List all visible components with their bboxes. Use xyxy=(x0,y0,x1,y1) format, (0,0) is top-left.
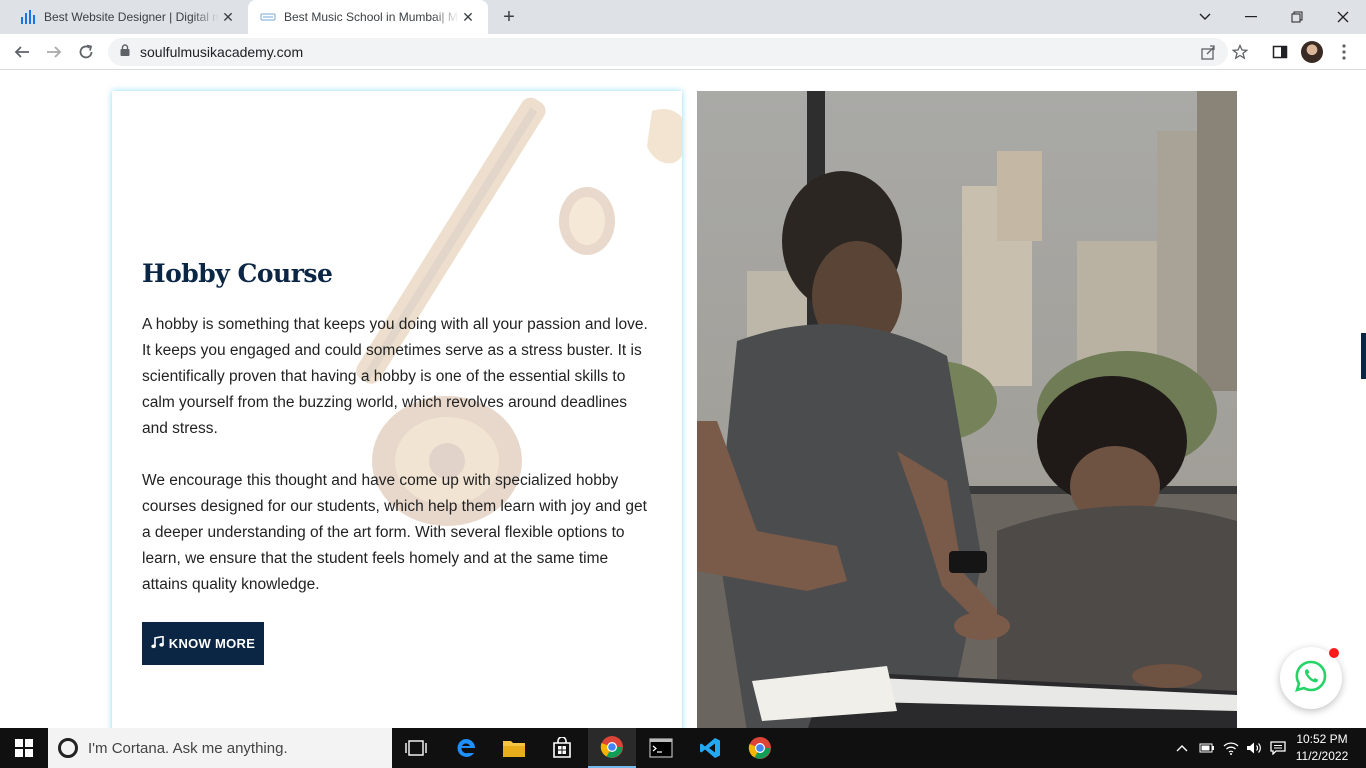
tab-title: Best Music School in Mumbai| M xyxy=(284,10,458,24)
side-tab-indicator[interactable] xyxy=(1361,333,1366,379)
bookmark-star-icon[interactable] xyxy=(1230,42,1250,62)
new-tab-icon[interactable]: + xyxy=(498,6,520,28)
know-more-label: KNOW MORE xyxy=(168,636,256,651)
cortana-ring-icon xyxy=(58,738,78,758)
reload-icon[interactable] xyxy=(72,38,100,66)
chrome-active-icon[interactable] xyxy=(588,728,636,768)
wifi-icon[interactable] xyxy=(1220,728,1242,768)
close-tab-icon[interactable]: ✕ xyxy=(220,9,236,25)
windows-taskbar: I'm Cortana. Ask me anything. 10:52 PM 1… xyxy=(0,728,1366,768)
back-arrow-icon[interactable] xyxy=(8,38,36,66)
vscode-icon[interactable] xyxy=(686,728,734,768)
system-clock[interactable]: 10:52 PM 11/2/2022 xyxy=(1290,731,1354,765)
page-title: Hobby Course xyxy=(142,259,333,288)
show-hidden-icons-chevron-icon[interactable] xyxy=(1172,728,1192,768)
microsoft-store-icon[interactable] xyxy=(538,728,586,768)
share-icon[interactable] xyxy=(1198,42,1218,62)
forward-arrow-icon[interactable] xyxy=(40,38,68,66)
windows-start-icon[interactable] xyxy=(0,728,48,768)
url-text: soulfulmusikacademy.com xyxy=(140,44,304,60)
know-more-button[interactable]: KNOW MORE xyxy=(142,622,264,665)
close-tab-icon[interactable]: ✕ xyxy=(460,9,476,25)
clock-date: 11/2/2022 xyxy=(1295,749,1349,763)
lock-icon xyxy=(120,43,130,61)
edge-browser-icon[interactable] xyxy=(442,728,490,768)
notification-dot xyxy=(1329,648,1339,658)
action-center-icon[interactable] xyxy=(1267,728,1289,768)
profile-avatar[interactable] xyxy=(1301,41,1323,63)
close-window-icon[interactable] xyxy=(1320,0,1366,34)
file-explorer-icon[interactable] xyxy=(490,728,538,768)
browser-menu-icon[interactable] xyxy=(1334,42,1354,62)
restore-icon[interactable] xyxy=(1274,0,1320,34)
battery-icon[interactable] xyxy=(1196,728,1218,768)
whatsapp-icon xyxy=(1294,659,1328,698)
bar-chart-favicon-icon xyxy=(20,9,36,25)
side-panel-icon[interactable] xyxy=(1270,42,1290,62)
detail-paragraph: We encourage this thought and have come … xyxy=(142,472,647,593)
tab-music-school[interactable]: Best Music School in Mumbai| M ✕ xyxy=(248,0,488,34)
cortana-placeholder: I'm Cortana. Ask me anything. xyxy=(88,739,288,757)
tab-digital-marketing[interactable]: Best Website Designer | Digital m ✕ xyxy=(8,0,248,34)
clock-time: 10:52 PM xyxy=(1296,732,1348,746)
students-keyboard-photo xyxy=(697,91,1237,728)
volume-icon[interactable] xyxy=(1243,728,1265,768)
address-bar[interactable]: soulfulmusikacademy.com xyxy=(108,38,1228,66)
chrome-icon[interactable] xyxy=(736,728,784,768)
hobby-course-card: Hobby Course A hobby is something that k… xyxy=(112,91,682,728)
music-favicon-icon xyxy=(260,9,276,25)
cortana-search-box[interactable]: I'm Cortana. Ask me anything. xyxy=(48,728,392,768)
page-viewport: Hobby Course A hobby is something that k… xyxy=(0,71,1366,728)
browser-tab-strip: Best Website Designer | Digital m ✕ Best… xyxy=(0,0,1366,34)
music-note-icon xyxy=(151,635,164,652)
command-prompt-icon[interactable] xyxy=(637,728,685,768)
veena-watermark-illustration xyxy=(356,97,682,526)
minimize-icon[interactable] xyxy=(1228,0,1274,34)
intro-paragraph: A hobby is something that keeps you doin… xyxy=(142,316,648,437)
tab-title: Best Website Designer | Digital m xyxy=(44,10,219,24)
task-view-icon[interactable] xyxy=(392,728,440,768)
browser-toolbar: soulfulmusikacademy.com xyxy=(0,34,1366,70)
tab-search-chevron-icon[interactable] xyxy=(1182,0,1228,34)
